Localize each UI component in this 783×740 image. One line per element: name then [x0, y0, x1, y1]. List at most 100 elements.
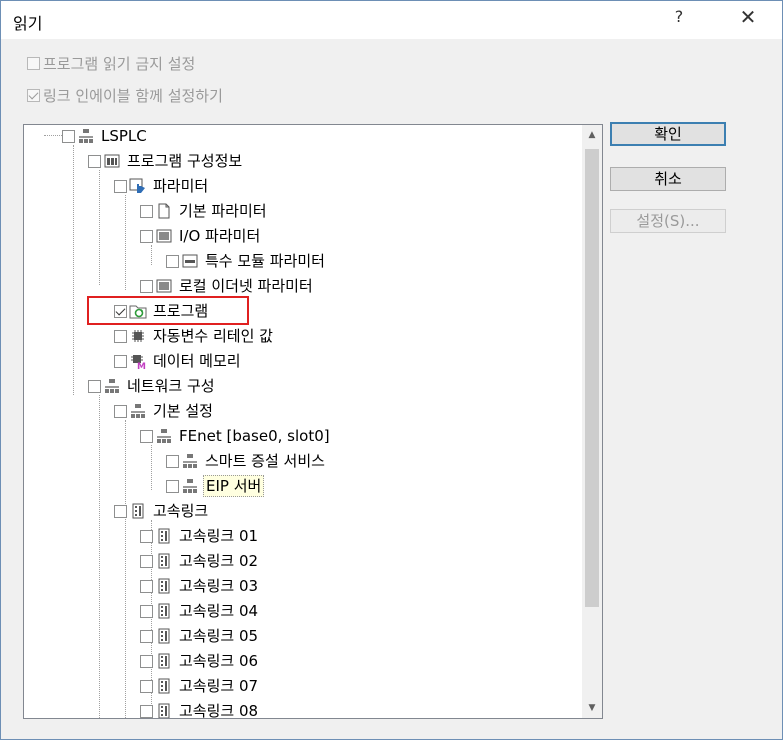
tree-item-checkbox[interactable]	[88, 154, 101, 168]
tree-item-label: 기본 파라미터	[179, 202, 267, 220]
tree-item-checkbox[interactable]	[114, 354, 127, 368]
item-tree[interactable]: LSPLC 프로그램 구성정보 파라미터 기본 파라미터 I/O 파라미터 특수…	[23, 124, 603, 719]
tree-connector	[99, 395, 100, 718]
tree-scrollbar[interactable]: ▲ ▼	[582, 125, 602, 718]
highspeed-link-icon	[155, 552, 173, 570]
link-enable-checkbox	[27, 89, 40, 102]
module-icon	[181, 252, 199, 270]
tree-item[interactable]: 고속링크 08	[140, 700, 260, 718]
tree-item-checkbox[interactable]	[166, 454, 179, 468]
network-icon	[181, 452, 199, 470]
tree-item-checkbox[interactable]	[140, 629, 153, 643]
tree-item-label: 로컬 이더넷 파라미터	[179, 277, 313, 295]
tree-item[interactable]: 고속링크 07	[140, 675, 260, 697]
scroll-up-arrow-icon[interactable]: ▲	[582, 125, 602, 145]
tree-item-checkbox[interactable]	[166, 254, 179, 268]
scrollbar-thumb[interactable]	[585, 149, 599, 607]
parameter-icon	[129, 177, 147, 195]
grid-icon	[155, 277, 173, 295]
tree-item[interactable]: I/O 파라미터	[140, 225, 262, 247]
tree-item-label: 고속링크 05	[179, 627, 259, 645]
tree-item-label: 고속링크	[153, 502, 209, 520]
tree-item[interactable]: 고속링크 01	[140, 525, 260, 547]
annotation-highlight-box	[87, 296, 249, 325]
network-icon	[77, 127, 95, 145]
tree-connector	[151, 445, 152, 490]
tree-item-label: 고속링크 02	[179, 552, 259, 570]
ok-button[interactable]: 확인	[610, 122, 726, 146]
tree-item-label: 자동변수 리테인 값	[153, 327, 273, 345]
tree-item[interactable]: M 데이터 메모리	[114, 350, 243, 372]
tree-item-checkbox[interactable]	[140, 229, 153, 243]
highspeed-link-icon	[155, 602, 173, 620]
tree-connector	[125, 420, 126, 718]
tree-item[interactable]: EIP 서버	[166, 475, 265, 497]
svg-text:M: M	[137, 362, 146, 369]
tree-item[interactable]: 스마트 증설 서비스	[166, 450, 327, 472]
tree-item-checkbox[interactable]	[140, 704, 153, 718]
tree-item[interactable]: 프로그램 구성정보	[88, 150, 244, 172]
tree-item-checkbox[interactable]	[166, 479, 179, 493]
tree-item-checkbox[interactable]	[114, 404, 127, 418]
highspeed-link-icon	[129, 502, 147, 520]
tree-item[interactable]: 로컬 이더넷 파라미터	[140, 275, 315, 297]
tree-item[interactable]: 자동변수 리테인 값	[114, 325, 275, 347]
tree-item-label: 특수 모듈 파라미터	[205, 252, 325, 270]
highspeed-link-icon	[155, 677, 173, 695]
tree-item-label: 프로그램 구성정보	[127, 152, 243, 170]
grid-icon	[155, 227, 173, 245]
tree-connector	[44, 135, 64, 136]
tree-item-checkbox[interactable]	[140, 554, 153, 568]
title-bar: 읽기 ? ✕	[1, 1, 782, 39]
settings-button[interactable]: 설정(S)...	[610, 209, 726, 233]
tree-item-label: LSPLC	[101, 127, 147, 145]
tree-item-label: 파라미터	[153, 177, 209, 195]
tree-item-checkbox[interactable]	[62, 129, 75, 143]
read-protect-option: 프로그램 읽기 금지 설정	[27, 53, 195, 74]
tree-item[interactable]: 고속링크	[114, 500, 210, 522]
tree-item-checkbox[interactable]	[140, 429, 153, 443]
close-button[interactable]: ✕	[736, 5, 760, 29]
tree-item-checkbox[interactable]	[140, 679, 153, 693]
highspeed-link-icon	[155, 652, 173, 670]
tree-item[interactable]: 고속링크 06	[140, 650, 260, 672]
tree-item-checkbox[interactable]	[140, 529, 153, 543]
tree-item-checkbox[interactable]	[88, 379, 101, 393]
tree-item-label: 데이터 메모리	[153, 352, 241, 370]
tree-item[interactable]: 기본 파라미터	[140, 200, 269, 222]
tree-item[interactable]: 고속링크 05	[140, 625, 260, 647]
network-icon	[181, 477, 199, 495]
chip-icon	[129, 327, 147, 345]
link-enable-label: 링크 인에이블 함께 설정하기	[43, 87, 223, 105]
tree-item[interactable]: 네트워크 구성	[88, 375, 217, 397]
tree-item-label: FEnet [base0, slot0]	[179, 427, 330, 445]
tree-item-checkbox[interactable]	[140, 604, 153, 618]
highspeed-link-icon	[155, 527, 173, 545]
tree-item-checkbox[interactable]	[114, 329, 127, 343]
tree-item-checkbox[interactable]	[114, 504, 127, 518]
help-button[interactable]: ?	[669, 7, 689, 26]
network-icon	[129, 402, 147, 420]
cancel-button[interactable]: 취소	[610, 167, 726, 191]
tree-connector	[151, 245, 152, 265]
document-icon	[155, 202, 173, 220]
tree-item[interactable]: 특수 모듈 파라미터	[166, 250, 327, 272]
dialog-title: 읽기	[13, 14, 43, 33]
tree-item-checkbox[interactable]	[140, 279, 153, 293]
tree-item-checkbox[interactable]	[114, 179, 127, 193]
tree-item-checkbox[interactable]	[140, 654, 153, 668]
tree-item[interactable]: 고속링크 02	[140, 550, 260, 572]
tree-item[interactable]: 기본 설정	[114, 400, 215, 422]
scroll-down-arrow-icon[interactable]: ▼	[582, 698, 602, 718]
read-protect-checkbox	[27, 57, 40, 70]
tree-item[interactable]: LSPLC	[62, 125, 149, 147]
tree-item-checkbox[interactable]	[140, 204, 153, 218]
tree-item-checkbox[interactable]	[140, 579, 153, 593]
tree-item[interactable]: FEnet [base0, slot0]	[140, 425, 332, 447]
memory-icon: M	[129, 352, 147, 370]
tree-item[interactable]: 고속링크 04	[140, 600, 260, 622]
tree-item[interactable]: 파라미터	[114, 175, 210, 197]
read-dialog: 읽기 ? ✕ 프로그램 읽기 금지 설정 링크 인에이블 함께 설정하기 LSP…	[0, 0, 783, 740]
tree-item[interactable]: 고속링크 03	[140, 575, 260, 597]
tree-item-label-selected: EIP 서버	[203, 475, 265, 497]
